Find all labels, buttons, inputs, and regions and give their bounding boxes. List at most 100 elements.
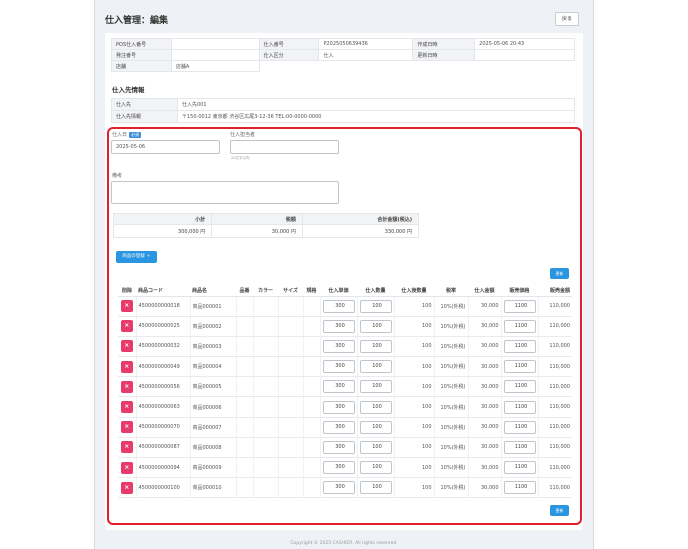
spec xyxy=(302,437,320,459)
unit-price-input[interactable]: 300 xyxy=(322,420,355,434)
sell-price-input[interactable]: 1100 xyxy=(503,319,536,333)
update-button-bottom[interactable]: 更新 xyxy=(550,505,569,516)
quantity-input[interactable]: 100 xyxy=(359,461,392,475)
delete-button[interactable]: × xyxy=(120,441,133,454)
info-row: POS仕入番号 仕入番号 P2025050639436 作成日時 2025-05… xyxy=(111,38,575,50)
tax-value: 30,000 円 xyxy=(211,224,303,238)
items-header-row: 削除 商品コード 商品名 品番 カラー サイズ 規格 仕入単価 仕入数量 仕入後… xyxy=(118,285,572,297)
spec xyxy=(302,457,320,479)
sell-price-input[interactable]: 1100 xyxy=(503,339,536,353)
after-quantity: 100 xyxy=(393,336,434,358)
unit-price-input[interactable]: 300 xyxy=(322,400,355,414)
sell-price-input[interactable]: 1100 xyxy=(503,360,536,374)
spec xyxy=(302,316,320,337)
product-code: 4500000000063 xyxy=(135,396,190,418)
purchase-amount: 30,000 xyxy=(467,477,501,499)
purchase-date-input[interactable]: 2025-05-06 xyxy=(111,140,220,154)
sell-price-input[interactable]: 1100 xyxy=(503,481,536,495)
color xyxy=(252,457,278,479)
info-label: 作成日時 xyxy=(412,38,476,50)
item-number xyxy=(235,316,253,337)
quantity-input[interactable]: 100 xyxy=(359,481,392,495)
sell-price-input[interactable]: 1100 xyxy=(503,380,536,394)
unit-price-input[interactable]: 300 xyxy=(322,440,355,454)
add-product-button[interactable]: 商品の登録 ＋ xyxy=(116,251,157,263)
tax-rate: 10%(外税) xyxy=(433,376,468,398)
sell-price-input[interactable]: 1100 xyxy=(503,461,536,475)
total-header: 合計金額(税込) xyxy=(301,213,420,225)
unit-price-input[interactable]: 300 xyxy=(322,360,355,374)
unit-price-input[interactable]: 300 xyxy=(322,299,355,313)
delete-button[interactable]: × xyxy=(120,481,133,494)
sell-amount: 110,000 xyxy=(537,437,572,459)
unit-price-input[interactable]: 300 xyxy=(322,319,355,333)
staff-label: 仕入担当者 xyxy=(230,132,256,138)
quantity-input[interactable]: 100 xyxy=(359,360,392,374)
delete-button[interactable]: × xyxy=(120,320,133,333)
sell-price-input[interactable]: 1100 xyxy=(503,440,536,454)
col-header: 削除 xyxy=(118,285,136,297)
after-quantity: 100 xyxy=(393,477,434,499)
col-header: 規格 xyxy=(303,285,320,297)
delete-button[interactable]: × xyxy=(120,461,133,474)
quantity-input[interactable]: 100 xyxy=(359,400,392,414)
sell-price-input[interactable]: 1100 xyxy=(503,420,536,434)
purchase-amount: 30,000 xyxy=(467,457,501,479)
quantity-input[interactable]: 100 xyxy=(359,319,392,333)
purchase-amount: 30,000 xyxy=(467,356,501,378)
delete-button[interactable]: × xyxy=(120,300,133,313)
unit-price-input[interactable]: 300 xyxy=(322,461,355,475)
after-quantity: 100 xyxy=(393,437,434,459)
col-header: 商品名 xyxy=(190,285,236,297)
note-textarea[interactable] xyxy=(111,181,339,204)
sell-amount: 110,000 xyxy=(537,376,572,398)
table-row: × 4500000000032 商品000003 300 100 100 10%(外税) 30… xyxy=(118,336,572,358)
footer-copyright: Copyright © 2025 CASHIER. All rights res… xyxy=(290,541,398,546)
sell-price-input[interactable]: 1100 xyxy=(503,299,536,313)
table-row: × 4500000000100 商品000010 300 100 100 10%(外税) 30… xyxy=(118,477,572,499)
unit-price-input[interactable]: 300 xyxy=(322,339,355,353)
after-quantity: 100 xyxy=(393,396,434,418)
item-number xyxy=(235,417,253,438)
col-header: 品番 xyxy=(236,285,253,297)
unit-price-input[interactable]: 300 xyxy=(322,380,355,394)
delete-button[interactable]: × xyxy=(120,340,133,353)
purchase-amount: 30,000 xyxy=(467,336,501,358)
tax-rate: 10%(外税) xyxy=(433,336,468,358)
delete-button[interactable]: × xyxy=(120,421,133,434)
purchase-amount: 30,000 xyxy=(467,316,501,337)
quantity-input[interactable]: 100 xyxy=(359,299,392,313)
table-row: × 4500000000094 商品000009 300 100 100 10%(外税) 30… xyxy=(118,457,572,479)
info-value: P2025050639436 xyxy=(318,38,414,50)
purchase-amount: 30,000 xyxy=(467,296,501,317)
info-value xyxy=(170,49,260,61)
tax-rate: 10%(外税) xyxy=(433,356,468,378)
quantity-input[interactable]: 100 xyxy=(359,420,392,434)
purchase-amount: 30,000 xyxy=(467,437,501,459)
back-button[interactable]: 戻る xyxy=(555,12,579,26)
info-row: 仕入先情報 〒150-0012 東京都 渋谷区広尾3-12-36 TEL:00-… xyxy=(111,110,575,123)
quantity-input[interactable]: 100 xyxy=(359,339,392,353)
product-code: 4500000000094 xyxy=(135,457,190,479)
spec xyxy=(302,477,320,499)
quantity-input[interactable]: 100 xyxy=(359,380,392,394)
sell-amount: 110,000 xyxy=(537,457,572,479)
quantity-input[interactable]: 100 xyxy=(359,440,392,454)
product-name: 商品000009 xyxy=(189,457,236,479)
product-name: 商品000007 xyxy=(189,417,236,438)
delete-button[interactable]: × xyxy=(120,380,133,393)
update-button-top[interactable]: 更新 xyxy=(550,268,569,279)
color xyxy=(252,296,278,317)
items-table: 削除 商品コード 商品名 品番 カラー サイズ 規格 仕入単価 仕入数量 仕入後… xyxy=(118,285,572,499)
table-row: × 4500000000063 商品000006 300 100 100 10%(外税) 30… xyxy=(118,396,572,418)
sell-price-input[interactable]: 1100 xyxy=(503,400,536,414)
size xyxy=(277,376,303,398)
size xyxy=(277,437,303,459)
delete-button[interactable]: × xyxy=(120,401,133,414)
unit-price-input[interactable]: 300 xyxy=(322,481,355,495)
note-label: 備考 xyxy=(112,173,123,179)
supplier-detail-label: 仕入先情報 xyxy=(111,110,178,123)
staff-input[interactable] xyxy=(230,140,339,154)
sell-amount: 110,000 xyxy=(537,477,572,499)
delete-button[interactable]: × xyxy=(120,360,133,373)
